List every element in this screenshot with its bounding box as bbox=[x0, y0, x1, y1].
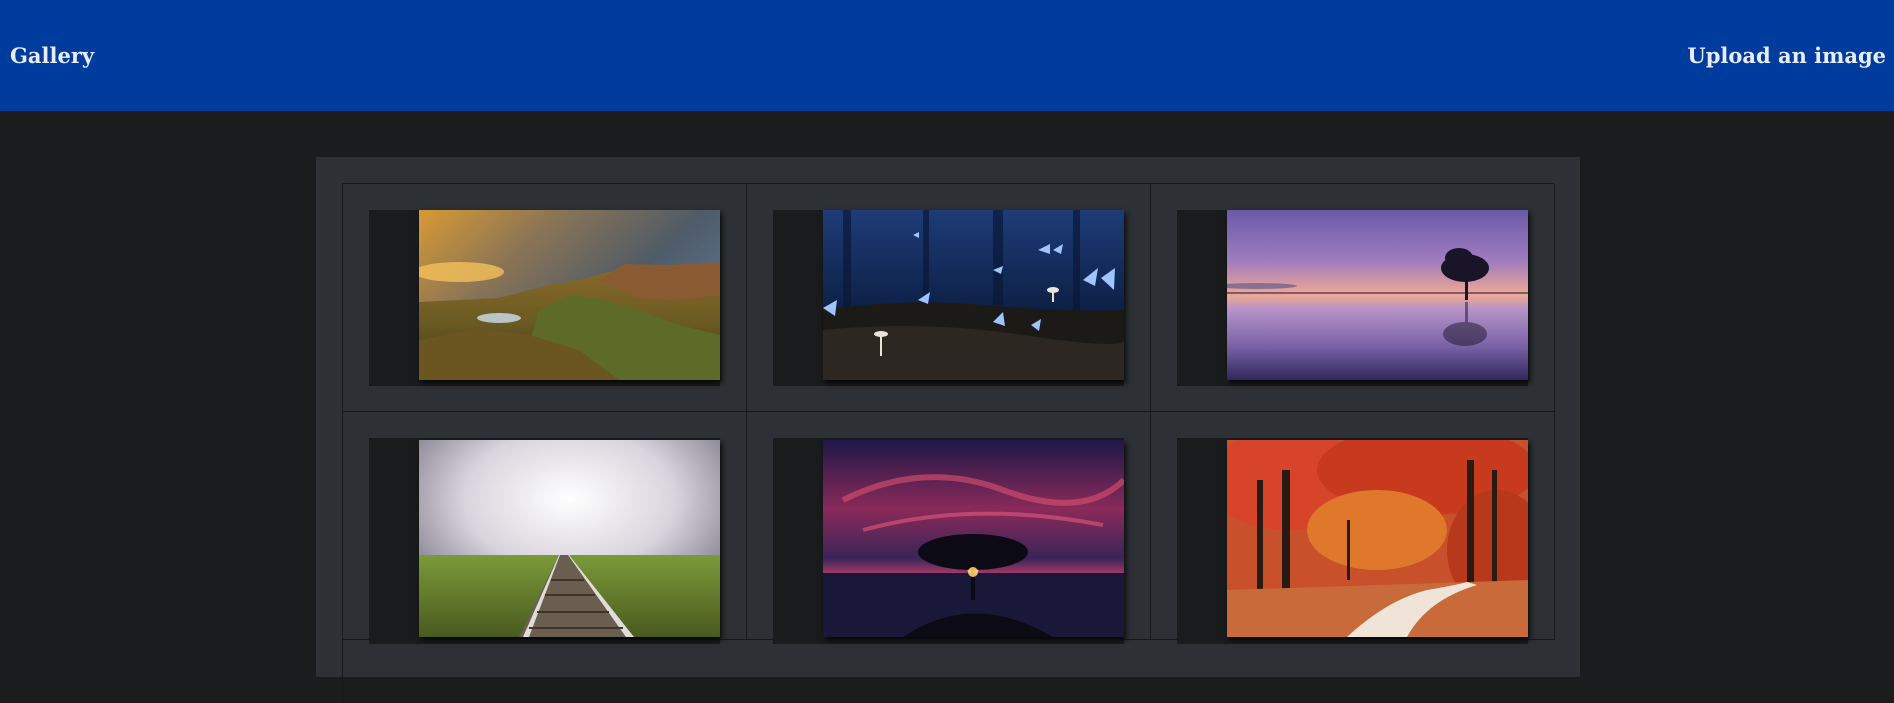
gallery-image-lone-tree-lake[interactable] bbox=[1227, 210, 1528, 380]
image-frame bbox=[773, 438, 1124, 644]
image-frame bbox=[369, 210, 720, 386]
grid-cell bbox=[747, 412, 1151, 644]
brand-link[interactable]: Gallery bbox=[10, 43, 94, 68]
image-frame bbox=[1177, 438, 1528, 644]
gallery-image-mountain-sunset[interactable] bbox=[419, 210, 720, 380]
grid-cell bbox=[1151, 412, 1555, 644]
image-grid bbox=[342, 183, 1555, 703]
gallery-image-railway-tracks[interactable] bbox=[419, 440, 720, 637]
image-frame bbox=[773, 210, 1124, 386]
top-navbar: Gallery Upload an image bbox=[0, 0, 1894, 111]
grid-cell bbox=[747, 184, 1151, 412]
grid-cell bbox=[1151, 184, 1555, 412]
grid-cell bbox=[343, 412, 747, 644]
image-frame bbox=[1177, 210, 1528, 386]
image-frame bbox=[369, 438, 720, 644]
gallery-image-tree-red-sky[interactable] bbox=[823, 440, 1124, 637]
gallery-image-autumn-forest[interactable] bbox=[1227, 440, 1528, 637]
upload-image-link[interactable]: Upload an image bbox=[1687, 43, 1886, 68]
gallery-panel bbox=[316, 157, 1580, 703]
gallery-image-blue-butterflies[interactable] bbox=[823, 210, 1124, 380]
grid-cell bbox=[343, 184, 747, 412]
